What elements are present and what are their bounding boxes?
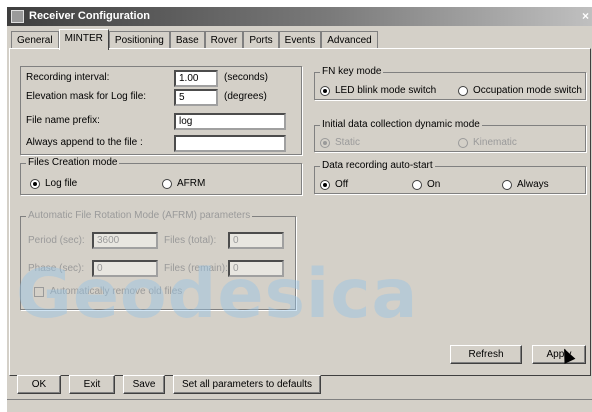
tab-general[interactable]: General <box>11 31 59 49</box>
always-append-input[interactable] <box>174 135 286 152</box>
window-title: Receiver Configuration <box>29 10 151 22</box>
files-total-label: Files (total): <box>164 235 217 246</box>
static-label: Static <box>335 137 361 148</box>
elevation-mask-input[interactable]: 5 <box>174 89 218 106</box>
tab-minter[interactable]: MINTER <box>58 29 109 50</box>
auto-start-off-radio[interactable] <box>320 180 330 190</box>
tab-strip: General MINTER Positioning Base Rover Po… <box>11 29 378 50</box>
tab-advanced[interactable]: Advanced <box>321 31 378 49</box>
auto-remove-label: Automatically remove old files <box>50 286 183 297</box>
period-label: Period (sec): <box>28 235 85 246</box>
close-icon[interactable]: × <box>582 7 589 26</box>
receiver-configuration-window: Receiver Configuration × General MINTER … <box>6 6 592 412</box>
files-creation-mode-title: Files Creation mode <box>26 157 120 168</box>
recording-interval-label: Recording interval: <box>26 72 110 83</box>
auto-start-off-label: Off <box>335 179 349 190</box>
occupation-mode-label: Occupation mode switch <box>473 85 582 96</box>
dynamic-mode-title: Initial data collection dynamic mode <box>320 119 482 130</box>
files-total-input: 0 <box>228 232 284 249</box>
kinematic-radio <box>458 138 468 148</box>
file-name-prefix-input[interactable]: log <box>174 113 286 130</box>
occupation-mode-radio[interactable] <box>458 86 468 96</box>
elevation-mask-unit: (degrees) <box>224 91 267 102</box>
title-bar: Receiver Configuration × <box>7 7 592 26</box>
recording-interval-unit: (seconds) <box>224 72 268 83</box>
tab-events[interactable]: Events <box>278 31 322 49</box>
exit-button[interactable]: Exit <box>69 375 115 394</box>
minter-tab-panel: Recording interval: 1.00 (seconds) Eleva… <box>9 48 591 376</box>
phase-label: Phase (sec): <box>28 263 85 274</box>
auto-start-on-radio[interactable] <box>412 180 422 190</box>
apply-button[interactable]: Apply <box>532 345 586 364</box>
auto-start-always-radio[interactable] <box>502 180 512 190</box>
ok-button[interactable]: OK <box>17 375 61 394</box>
afrm-parameters-title: Automatic File Rotation Mode (AFRM) para… <box>26 210 253 221</box>
auto-start-always-label: Always <box>517 179 549 190</box>
files-remain-label: Files (remain): <box>164 263 228 274</box>
kinematic-label: Kinematic <box>473 137 517 148</box>
static-radio <box>320 138 330 148</box>
tab-ports[interactable]: Ports <box>243 31 279 49</box>
auto-start-on-label: On <box>427 179 441 190</box>
afrm-radio[interactable] <box>162 179 172 189</box>
phase-input: 0 <box>92 260 158 277</box>
auto-remove-checkbox <box>34 287 44 297</box>
period-input: 3600 <box>92 232 158 249</box>
auto-start-title: Data recording auto-start <box>320 160 435 171</box>
always-append-label: Always append to the file : <box>26 137 143 148</box>
app-icon <box>11 10 24 23</box>
fn-key-mode-title: FN key mode <box>320 66 384 77</box>
file-name-prefix-label: File name prefix: <box>26 115 100 126</box>
status-bar <box>7 399 592 412</box>
tab-base[interactable]: Base <box>169 31 205 49</box>
refresh-button[interactable]: Refresh <box>450 345 522 364</box>
save-button[interactable]: Save <box>123 375 165 394</box>
files-remain-input: 0 <box>228 260 284 277</box>
set-defaults-button[interactable]: Set all parameters to defaults <box>173 375 321 394</box>
log-file-label: Log file <box>45 178 78 189</box>
afrm-label: AFRM <box>177 178 206 189</box>
log-file-radio[interactable] <box>30 179 40 189</box>
tab-positioning[interactable]: Positioning <box>108 31 170 49</box>
led-blink-radio[interactable] <box>320 86 330 96</box>
elevation-mask-label: Elevation mask for Log file: <box>26 91 147 102</box>
led-blink-label: LED blink mode switch <box>335 85 437 96</box>
tab-rover[interactable]: Rover <box>204 31 244 49</box>
recording-interval-input[interactable]: 1.00 <box>174 70 218 87</box>
